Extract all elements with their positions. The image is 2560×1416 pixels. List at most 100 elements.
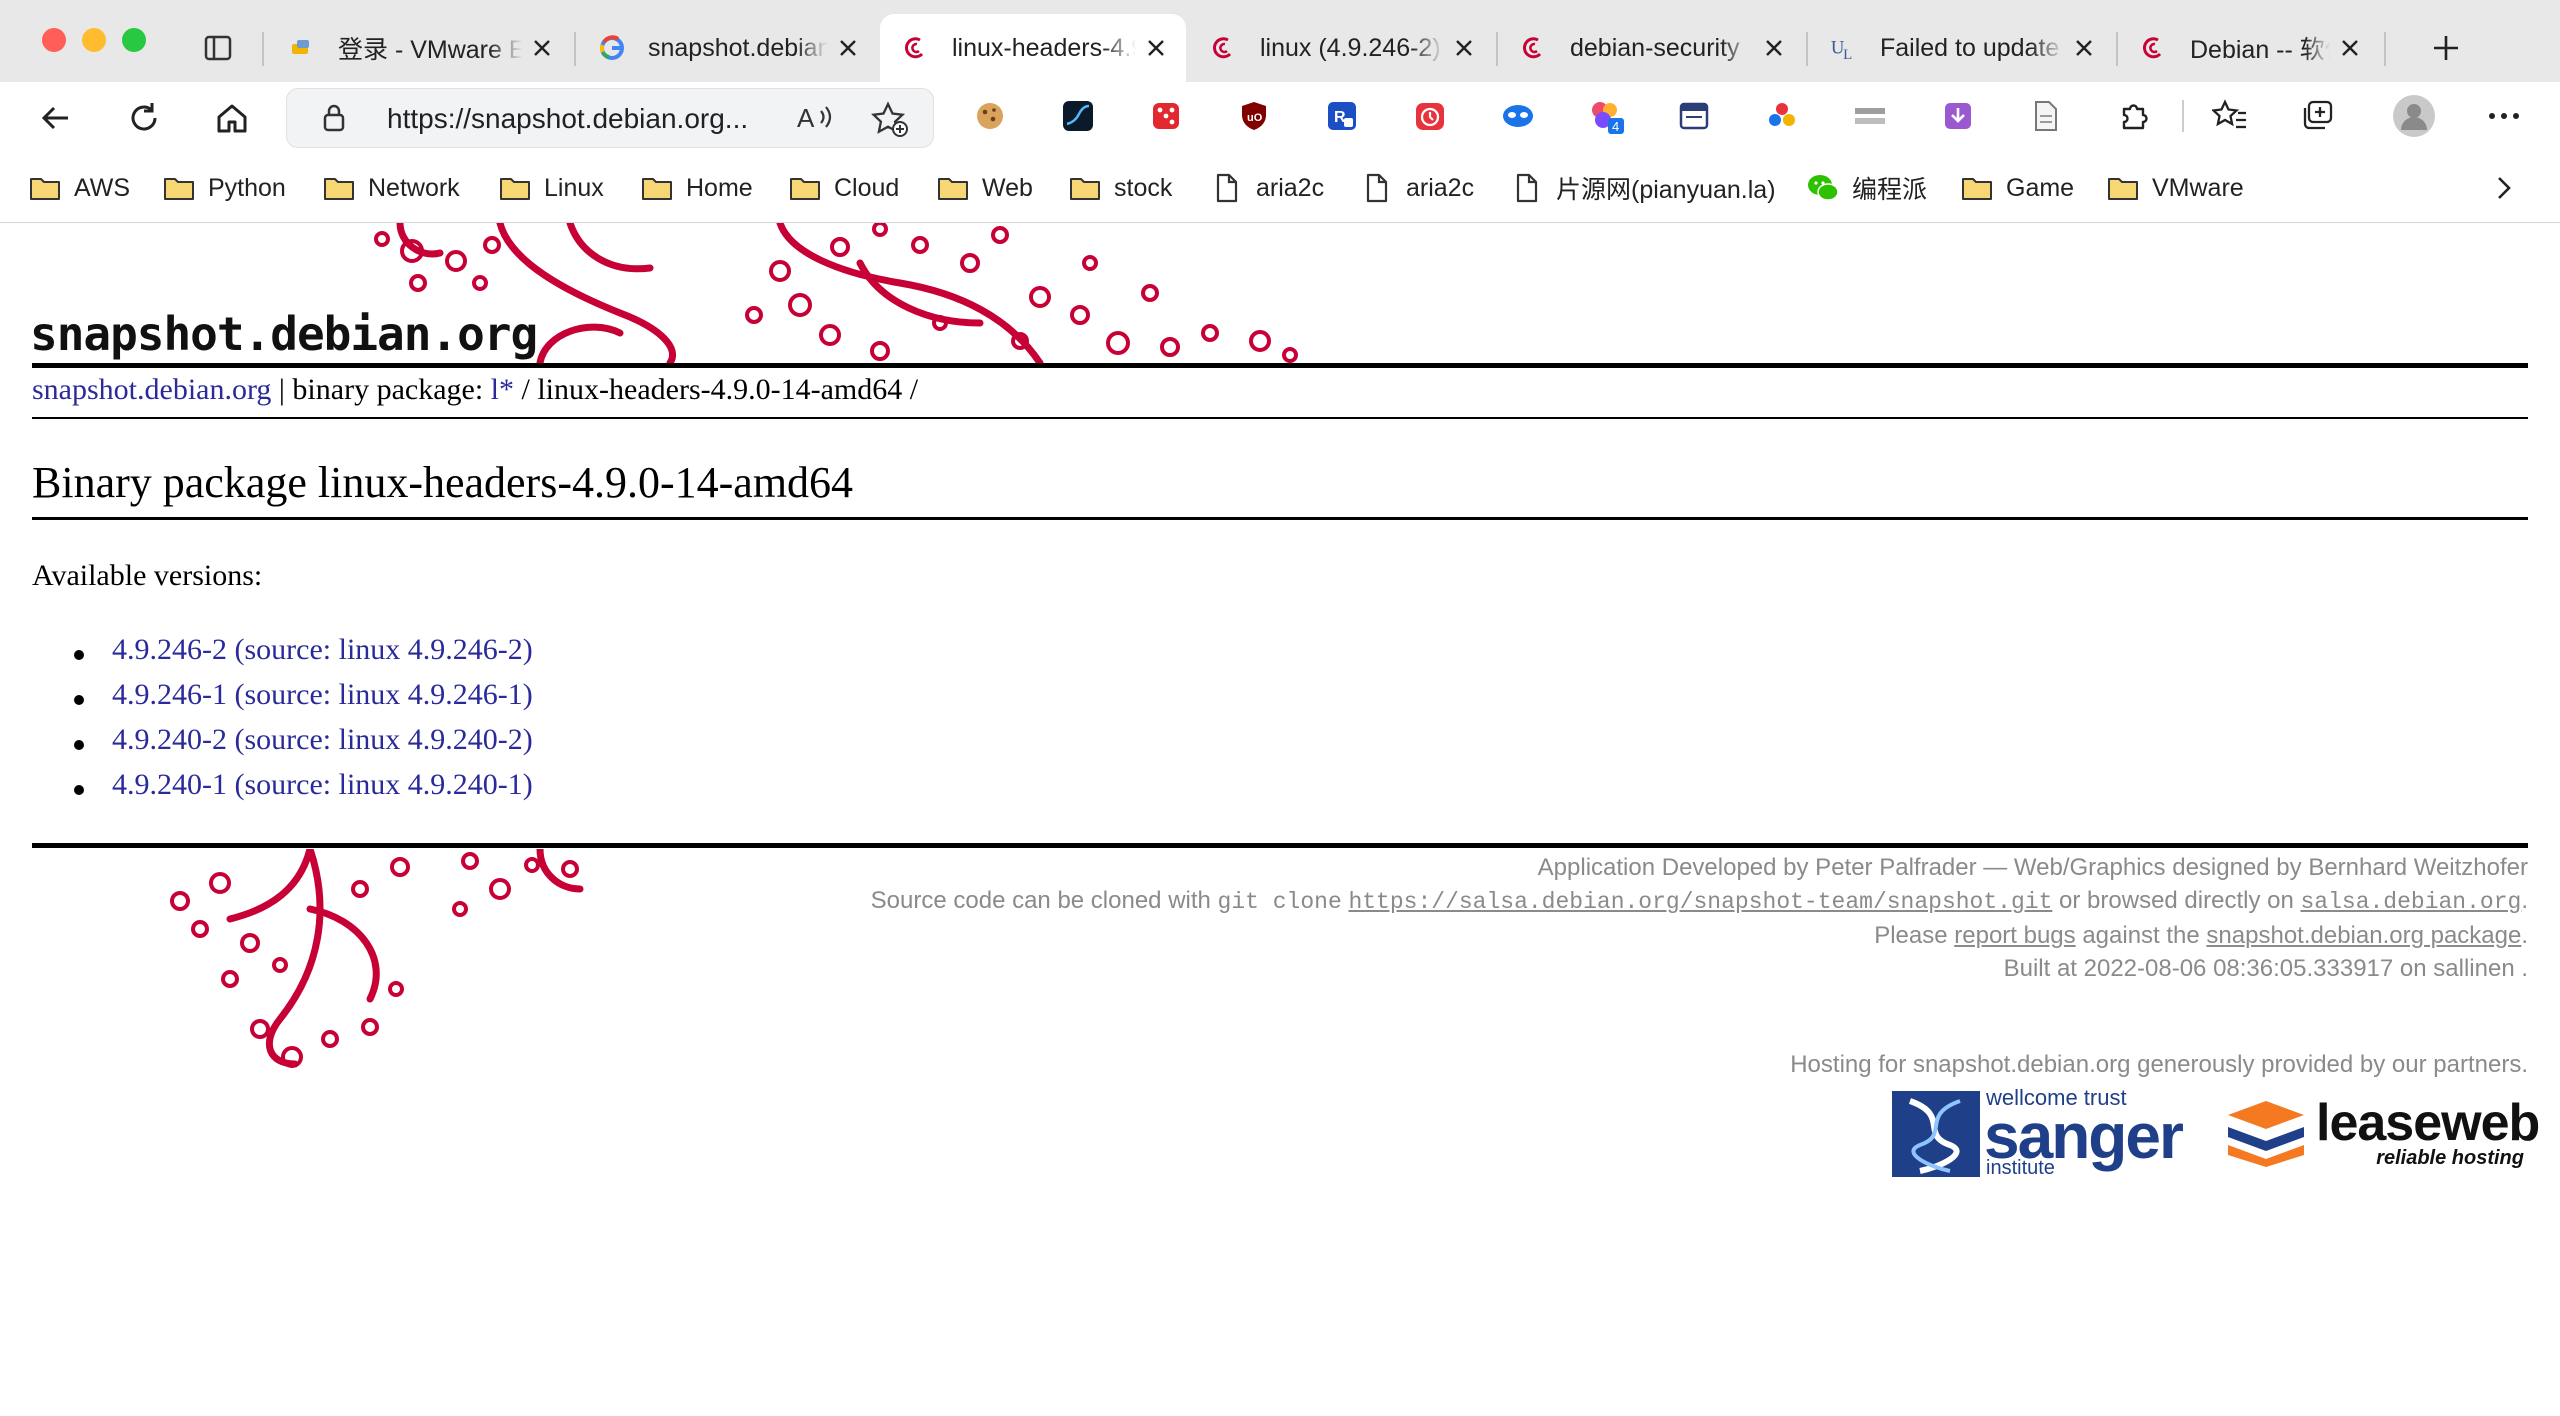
tab-debian-packages[interactable]: Debian -- 软件包 <box>2118 14 2380 82</box>
reader-extension-icon[interactable]: R <box>1324 98 1360 134</box>
git-clone-code: git clone <box>1217 889 1342 915</box>
close-tab-icon[interactable] <box>836 36 860 60</box>
tab-title: snapshot.debian.org <box>648 33 828 62</box>
bookmark-aria2c[interactable]: aria2c <box>1210 168 1324 208</box>
reload-button[interactable] <box>122 96 166 140</box>
cookie-extension-icon[interactable] <box>972 98 1008 134</box>
bookmark-cloud[interactable]: Cloud <box>788 168 899 208</box>
home-button[interactable] <box>210 96 254 140</box>
footer-line: Built at 2022-08-06 08:36:05.333917 on s… <box>2003 955 2528 982</box>
bookmark-web[interactable]: Web <box>936 168 1033 208</box>
footer-text: or browsed directly on <box>2052 887 2301 914</box>
window-extension-icon[interactable] <box>1676 98 1712 134</box>
version-link[interactable]: 4.9.240-2 (source: linux 4.9.240-2) <box>112 723 533 757</box>
bookmark-linux[interactable]: Linux <box>498 168 604 208</box>
bookmark-label: VMware <box>2152 173 2244 202</box>
bookmark-label: aria2c <box>1406 173 1475 202</box>
wechat-icon <box>1806 173 1840 203</box>
add-favorite-icon[interactable] <box>870 101 909 142</box>
bookmark-bianchengpai[interactable]: 编程派 <box>1806 168 1927 208</box>
hosting-note: Hosting for snapshot.debian.org generous… <box>1790 1051 2528 1078</box>
collections-icon[interactable] <box>2300 98 2336 134</box>
git-repo-link[interactable]: https://salsa.debian.org/snapshot-team/s… <box>1348 889 2052 915</box>
debian-icon <box>1520 34 1548 62</box>
breadcrumb-letter-link[interactable]: l* <box>491 373 514 406</box>
more-menu-icon[interactable] <box>2486 98 2522 134</box>
dice-extension-icon[interactable] <box>1148 98 1184 134</box>
close-tab-icon[interactable] <box>1452 36 1476 60</box>
footer-text: against the <box>2075 922 2207 949</box>
footer-line: Source code can be cloned with git clone… <box>871 884 2528 919</box>
close-window-button[interactable] <box>42 28 66 52</box>
lock-icon[interactable] <box>321 103 347 138</box>
header-rule <box>32 363 2528 368</box>
close-tab-icon[interactable] <box>1762 36 1786 60</box>
tab-failed-update[interactable]: UL Failed to update <box>1808 14 2114 82</box>
document-extension-icon[interactable] <box>2028 98 2064 134</box>
close-tab-icon[interactable] <box>530 36 554 60</box>
ublock-extension-icon[interactable]: uO <box>1236 98 1272 134</box>
bookmark-label: Web <box>982 173 1033 202</box>
folder-icon <box>788 173 822 203</box>
new-tab-button[interactable] <box>2424 26 2468 70</box>
package-link[interactable]: snapshot.debian.org package <box>2206 922 2521 949</box>
tab-title: Debian -- 软件包 <box>2190 36 2330 64</box>
close-tab-icon[interactable] <box>2072 36 2096 60</box>
svg-text:L: L <box>1843 47 1852 62</box>
leaseweb-name-text: leaseweb <box>2316 1094 2540 1152</box>
report-bugs-link[interactable]: report bugs <box>1954 922 2075 949</box>
bookmarks-bar: AWS Python Network Linux Home Cloud Web … <box>0 154 2560 222</box>
colors-extension-icon[interactable] <box>1764 98 1800 134</box>
tab-actions-icon[interactable] <box>196 26 240 70</box>
extensions-puzzle-icon[interactable] <box>2116 98 2152 134</box>
bookmark-aws[interactable]: AWS <box>28 168 130 208</box>
profile-avatar[interactable] <box>2392 94 2436 138</box>
breadcrumb: snapshot.debian.org | binary package: l*… <box>32 373 918 407</box>
tab-linux-headers[interactable]: linux-headers-4.9.0-14-amd64 <box>880 14 1186 82</box>
minimize-window-button[interactable] <box>82 28 106 52</box>
leaseweb-logo[interactable]: leaseweb reliable hosting <box>2224 1093 2540 1173</box>
debian-swirl-footer <box>170 849 584 1068</box>
bookmark-pianyuan[interactable]: 片源网(pianyuan.la) <box>1510 168 1776 208</box>
tab-vmware[interactable]: 登录 - VMware ESXi <box>266 14 572 82</box>
version-link[interactable]: 4.9.246-2 (source: linux 4.9.246-2) <box>112 633 533 667</box>
salsa-link[interactable]: salsa.debian.org <box>2300 889 2521 915</box>
zoom-window-button[interactable] <box>122 28 146 52</box>
version-link[interactable]: 4.9.246-1 (source: linux 4.9.246-1) <box>112 678 533 712</box>
bookmark-stock[interactable]: stock <box>1068 168 1172 208</box>
tab-title: 登录 - VMware ESXi <box>338 36 522 64</box>
sanger-logo[interactable]: wellcome trust sanger institute <box>1890 1085 2190 1181</box>
chart-extension-icon[interactable] <box>1060 98 1096 134</box>
sanger-sub-text: institute <box>1986 1157 2055 1179</box>
download-extension-icon[interactable] <box>1940 98 1976 134</box>
clock-extension-icon[interactable] <box>1412 98 1448 134</box>
bookmark-vmware[interactable]: VMware <box>2106 168 2244 208</box>
close-tab-icon[interactable] <box>2338 36 2362 60</box>
breadcrumb-home-link[interactable]: snapshot.debian.org <box>32 373 271 406</box>
multi-extension-icon[interactable]: 4 <box>1588 98 1624 134</box>
bookmark-python[interactable]: Python <box>162 168 286 208</box>
favorites-icon[interactable] <box>2212 98 2248 134</box>
bookmark-home[interactable]: Home <box>640 168 753 208</box>
mask-extension-icon[interactable] <box>1500 98 1536 134</box>
address-bar[interactable]: https://snapshot.debian.org... A <box>286 88 934 148</box>
tab-linux-source[interactable]: linux (4.9.246-2) <box>1188 14 1494 82</box>
bookmark-network[interactable]: Network <box>322 168 460 208</box>
bullet-icon <box>74 650 84 660</box>
footer-rule <box>32 843 2528 848</box>
close-tab-icon[interactable] <box>1144 36 1168 60</box>
bar-extension-icon[interactable] <box>1852 98 1888 134</box>
back-button[interactable] <box>34 96 78 140</box>
more-bookmarks-icon[interactable] <box>2494 168 2514 208</box>
tab-debian-security[interactable]: debian-security <box>1498 14 1804 82</box>
page-icon <box>1510 173 1544 203</box>
folder-icon <box>28 173 62 203</box>
url-text[interactable]: https://snapshot.debian.org... <box>387 103 748 135</box>
read-aloud-icon[interactable]: A <box>797 101 837 140</box>
bookmark-game[interactable]: Game <box>1960 168 2074 208</box>
tab-snapshot-search[interactable]: snapshot.debian.org <box>576 14 878 82</box>
folder-icon <box>640 173 674 203</box>
bookmark-aria2c-2[interactable]: aria2c <box>1360 168 1474 208</box>
version-link[interactable]: 4.9.240-1 (source: linux 4.9.240-1) <box>112 768 533 802</box>
folder-icon <box>1960 173 1994 203</box>
